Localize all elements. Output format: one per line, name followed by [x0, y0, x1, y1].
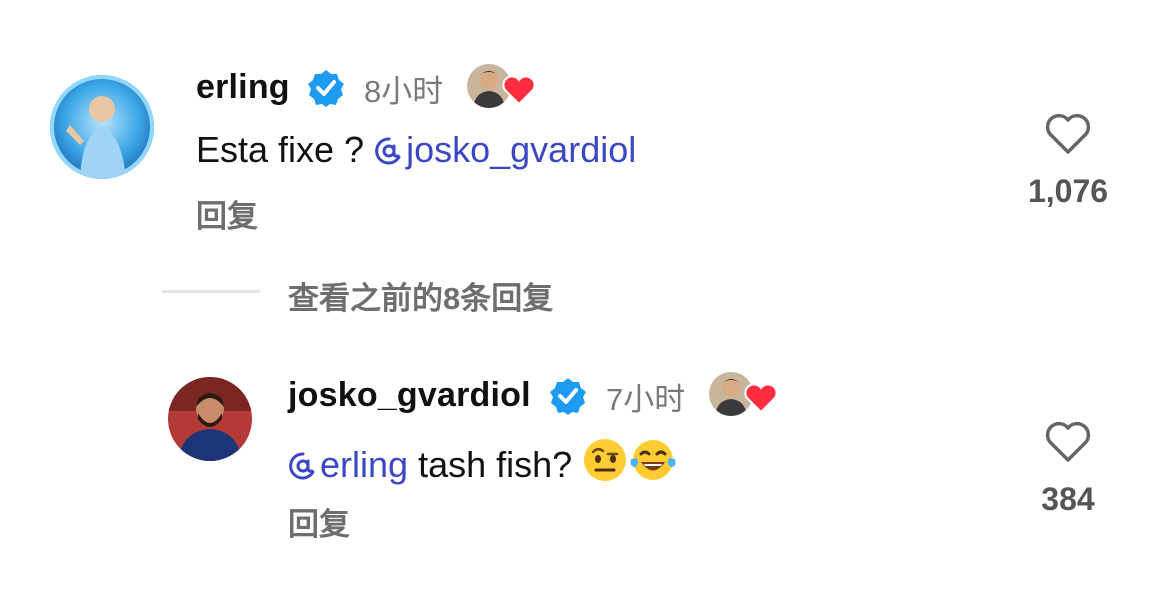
- thread-divider: [162, 290, 260, 293]
- mention-link[interactable]: erling: [288, 444, 408, 485]
- avatar-josko-gvardiol[interactable]: [168, 377, 252, 461]
- comment-text: Esta fixe ? josko_gvardiol: [196, 129, 636, 171]
- verified-badge-icon: [550, 378, 586, 415]
- comment-time: 7小时: [606, 382, 686, 417]
- mention-link[interactable]: josko_gvardiol: [374, 129, 636, 170]
- comment-time: 8小时: [364, 74, 444, 109]
- like-heart-icon[interactable]: [1044, 420, 1092, 464]
- comment-username[interactable]: erling: [196, 68, 290, 107]
- comment-username[interactable]: josko_gvardiol: [288, 376, 531, 415]
- comment-text-after: tash fish?: [408, 444, 573, 485]
- verified-badge-icon: [308, 70, 344, 107]
- tears-of-joy-face-icon: [630, 440, 676, 480]
- author-liked-heart-icon: [502, 75, 536, 105]
- author-liked-heart-icon: [744, 383, 778, 413]
- reply-button[interactable]: 回复: [288, 499, 350, 544]
- threads-at-icon: [375, 137, 401, 165]
- like-count: 1,076: [1027, 173, 1109, 209]
- like-heart-icon[interactable]: [1044, 112, 1092, 156]
- raised-eyebrow-face-icon: [584, 439, 627, 481]
- view-previous-replies-button[interactable]: 查看之前的8条回复: [288, 273, 553, 318]
- reply-button[interactable]: 回复: [196, 191, 258, 236]
- comment-text: erling tash fish?: [288, 437, 678, 486]
- avatar-erling[interactable]: [50, 75, 154, 179]
- threads-at-icon: [289, 452, 315, 480]
- comment-text-before: Esta fixe ?: [196, 129, 375, 170]
- like-count: 384: [1041, 481, 1095, 517]
